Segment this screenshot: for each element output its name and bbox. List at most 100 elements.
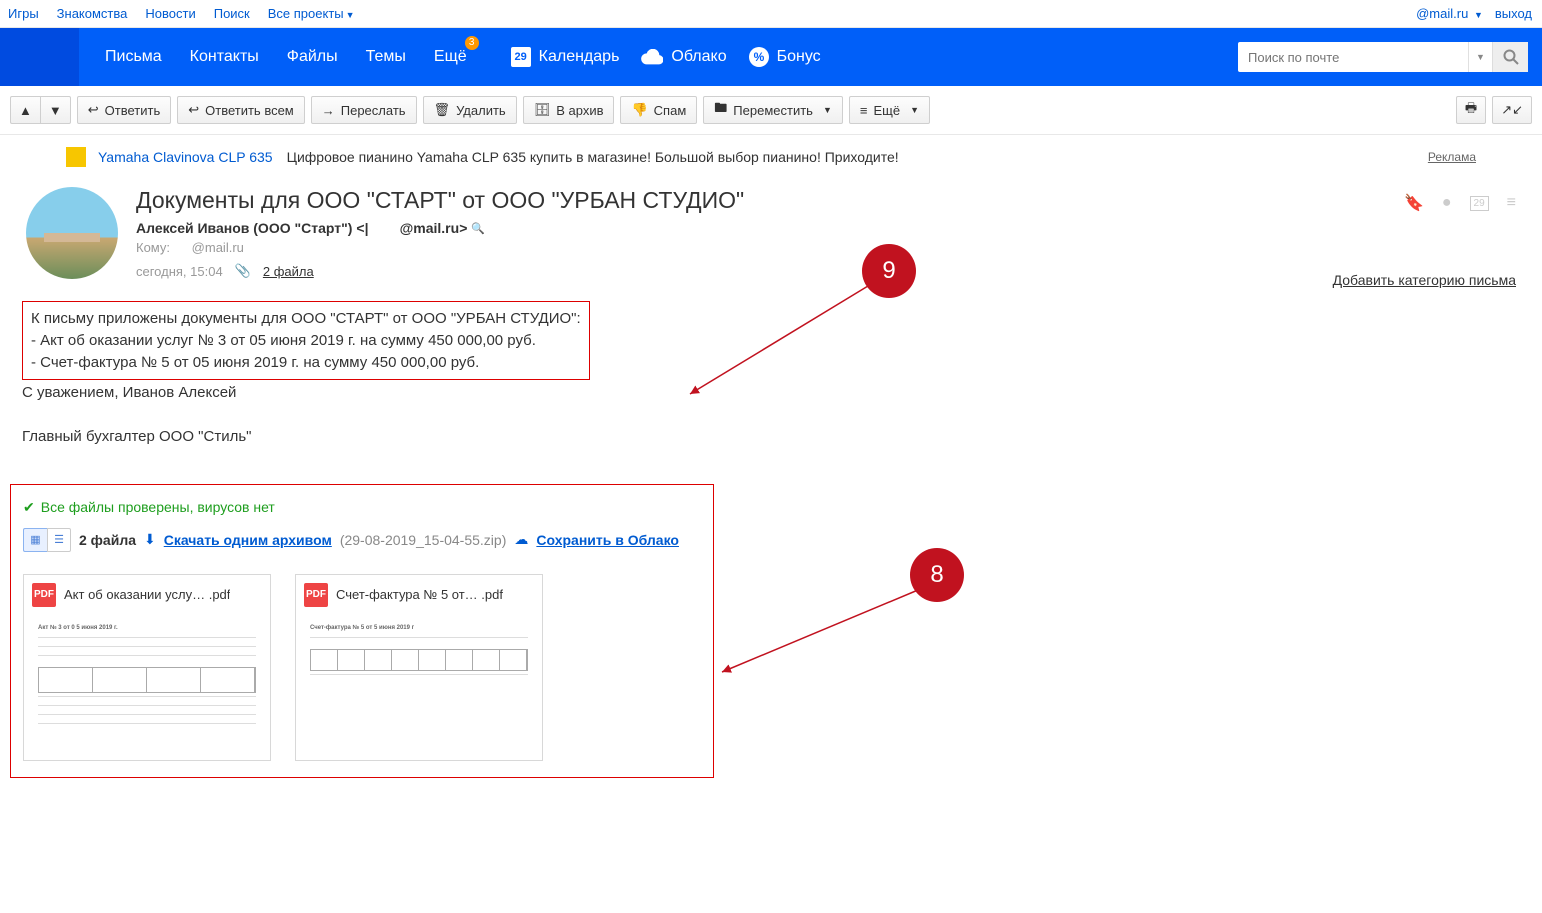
search-button[interactable] <box>1492 42 1528 72</box>
paperclip-icon: 📎 <box>235 263 251 279</box>
nav-files[interactable]: Файлы <box>273 28 352 86</box>
ad-link[interactable]: Yamaha Clavinova CLP 635 <box>98 149 273 165</box>
ad-favicon <box>66 147 86 167</box>
highlighted-box: К письму приложены документы для ООО "СТ… <box>22 301 590 380</box>
attach-count: 2 файла <box>79 532 136 548</box>
prev-msg-button[interactable]: ▲ <box>10 96 40 124</box>
spam-button[interactable]: 👎Спам <box>620 96 697 124</box>
view-list-button[interactable]: ☰ <box>47 528 71 552</box>
reply-button[interactable]: ↩Ответить <box>77 96 171 124</box>
topnav-search[interactable]: Поиск <box>214 6 250 21</box>
forward-icon: → <box>322 103 335 118</box>
topnav-user[interactable]: @mail.ru ▼ <box>1416 6 1483 21</box>
nav-more[interactable]: Ещё 3 <box>420 28 481 86</box>
signature-line1: С уважением, Иванов Алексей <box>22 382 1520 404</box>
email-subject: Документы для ООО "СТАРТ" от ООО "УРБАН … <box>136 187 1516 214</box>
attachments-block: ✔ Все файлы проверены, вирусов нет ▦ ☰ 2… <box>10 484 714 778</box>
search-box[interactable]: ▼ <box>1238 42 1528 72</box>
bookmark-icon[interactable]: 🔖 <box>1404 193 1424 213</box>
unread-dot-icon[interactable]: ● <box>1442 194 1452 212</box>
email-date: сегодня, 15:04 <box>136 264 223 279</box>
arrow-8 <box>714 586 934 680</box>
calendar-icon: 29 <box>511 47 531 67</box>
view-grid-button[interactable]: ▦ <box>23 528 47 552</box>
ad-text: Цифровое пианино Yamaha CLP 635 купить в… <box>287 149 899 165</box>
expand-icon: ↗↙ <box>1501 102 1523 118</box>
attachment-preview: Акт № 3 от 0 5 июня 2019 г. <box>24 615 270 760</box>
main-header: Письма Контакты Файлы Темы Ещё 3 29 Кале… <box>0 28 1542 86</box>
save-cloud-link[interactable]: Сохранить в Облако <box>536 532 679 548</box>
callout-9: 9 <box>862 244 916 298</box>
forward-button[interactable]: →Переслать <box>311 96 417 124</box>
chevron-down-icon: ▼ <box>823 105 832 115</box>
nav-themes[interactable]: Темы <box>352 28 420 86</box>
top-nav: Игры Знакомства Новости Поиск Все проект… <box>0 0 1542 28</box>
attachment-name: Счет-фактура № 5 от… .pdf <box>336 587 503 602</box>
chevron-down-icon: ▼ <box>910 105 919 115</box>
logo-block[interactable] <box>0 28 79 86</box>
virus-status: ✔ Все файлы проверены, вирусов нет <box>23 499 701 516</box>
topnav-allprojects[interactable]: Все проекты▼ <box>268 6 355 21</box>
svg-text:%: % <box>753 50 764 64</box>
search-dropdown[interactable]: ▼ <box>1468 42 1492 72</box>
nav-contacts[interactable]: Контакты <box>176 28 273 86</box>
email-to: Кому: @mail.ru <box>136 240 1516 255</box>
spam-icon: 👎 <box>631 102 647 118</box>
chevron-down-icon: ▼ <box>1474 10 1483 20</box>
print-icon: 🖶 <box>1465 99 1477 121</box>
ad-label[interactable]: Реклама <box>1428 150 1476 164</box>
header-actions: 🔖 ● 29 ≡ <box>1404 193 1516 213</box>
email-body: К письму приложены документы для ООО "СТ… <box>0 279 1542 470</box>
topnav-dating[interactable]: Знакомства <box>57 6 128 21</box>
signature-line2: Главный бухгалтер ООО "Стиль" <box>22 426 1520 448</box>
pdf-icon: PDF <box>32 583 56 607</box>
delete-button[interactable]: 🗑Удалить <box>423 96 517 124</box>
menu-dots-icon[interactable]: ≡ <box>1507 194 1516 212</box>
attachments-link[interactable]: 2 файла <box>263 264 314 279</box>
list-icon: ☰ <box>54 533 64 546</box>
folder-icon: 🖿 <box>714 99 727 121</box>
nav-bonus[interactable]: % Бонус <box>749 47 821 67</box>
archive-button[interactable]: 🗄В архив <box>523 96 615 124</box>
bonus-icon: % <box>749 47 769 67</box>
sender-avatar[interactable] <box>26 187 118 279</box>
topnav-logout[interactable]: выход <box>1495 6 1532 21</box>
download-all-link[interactable]: Скачать одним архивом <box>164 532 332 548</box>
newwindow-button[interactable]: ↗↙ <box>1492 96 1532 124</box>
chevron-down-icon: ▼ <box>346 10 355 20</box>
nav-calendar[interactable]: 29 Календарь <box>511 47 620 67</box>
message-toolbar: ▲ ▼ ↩Ответить ↩Ответить всем →Переслать … <box>0 86 1542 135</box>
ad-bar: Yamaha Clavinova CLP 635 Цифровое пианин… <box>0 135 1542 179</box>
attachment-card[interactable]: PDF Счет-фактура № 5 от… .pdf Счет-факту… <box>295 574 543 761</box>
pdf-icon: PDF <box>304 583 328 607</box>
nav-cloud[interactable]: Облако <box>641 48 726 66</box>
move-button[interactable]: 🖿Переместить▼ <box>703 96 843 124</box>
search-input[interactable] <box>1238 42 1468 72</box>
attachment-preview: Счет-фактура № 5 от 5 июня 2019 г <box>296 615 542 760</box>
print-button[interactable]: 🖶 <box>1456 96 1486 124</box>
more-button[interactable]: ≡Ещё▼ <box>849 96 930 124</box>
menu-icon: ≡ <box>860 103 868 118</box>
email-from: Алексей Иванов (ООО "Старт") <| @mail.ru… <box>136 220 1516 236</box>
zip-name: (29-08-2019_15-04-55.zip) <box>340 532 507 548</box>
grid-icon: ▦ <box>30 533 40 546</box>
trash-icon: 🗑 <box>434 102 451 118</box>
topnav-news[interactable]: Новости <box>145 6 195 21</box>
callout-8: 8 <box>910 548 964 602</box>
next-msg-button[interactable]: ▼ <box>40 96 71 124</box>
search-icon <box>1503 49 1519 65</box>
lookup-icon[interactable]: 🔍 <box>471 222 485 235</box>
reply-all-icon: ↩ <box>188 102 199 118</box>
email-header: Документы для ООО "СТАРТ" от ООО "УРБАН … <box>0 179 1542 279</box>
cloud-out-icon: ☁ <box>514 531 528 548</box>
reply-all-button[interactable]: ↩Ответить всем <box>177 96 305 124</box>
attachment-name: Акт об оказании услу… .pdf <box>64 587 230 602</box>
nav-more-badge: 3 <box>465 36 479 50</box>
archive-icon: 🗄 <box>534 102 551 118</box>
nav-mail[interactable]: Письма <box>91 28 176 86</box>
topnav-games[interactable]: Игры <box>8 6 39 21</box>
attachment-card[interactable]: PDF Акт об оказании услу… .pdf Акт № 3 о… <box>23 574 271 761</box>
calendar-small-icon[interactable]: 29 <box>1470 196 1489 211</box>
download-icon: ⬇ <box>144 531 156 548</box>
check-icon: ✔ <box>23 499 35 516</box>
